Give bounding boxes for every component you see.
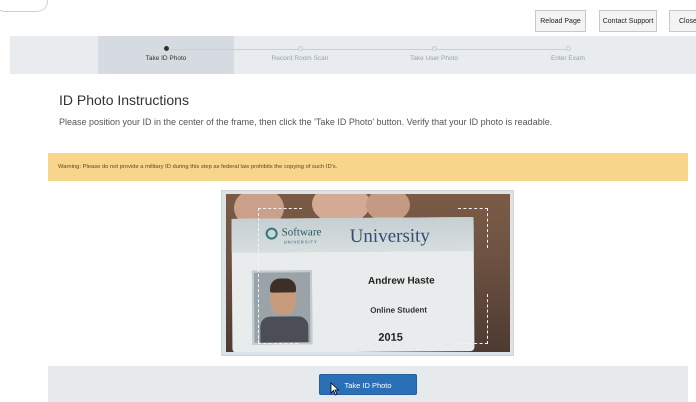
step-label: Enter Exam xyxy=(551,55,585,62)
card-university: University xyxy=(349,225,430,248)
close-button[interactable]: Close xyxy=(669,10,696,32)
card-name: Andrew Haste xyxy=(367,275,435,287)
step-dot-icon xyxy=(297,46,303,51)
top-bar: Reload Page Contact Support Close xyxy=(0,0,696,36)
action-bar: Take ID Photo xyxy=(48,366,688,402)
frame-guide xyxy=(458,208,488,248)
step-record-room-scan: Record Room Scan xyxy=(230,36,370,74)
step-dot-icon xyxy=(431,46,437,51)
frame-guide xyxy=(458,294,488,344)
mouse-cursor-icon xyxy=(330,382,340,396)
step-label: Take ID Photo xyxy=(145,55,187,62)
step-dot-icon xyxy=(565,46,571,51)
step-label: Take User Photo xyxy=(409,55,459,62)
step-take-id-photo: Take ID Photo xyxy=(96,36,236,74)
frame-guide xyxy=(258,304,298,344)
progress-stepper: Take ID Photo Record Room Scan Take User… xyxy=(10,36,696,74)
step-dot-icon xyxy=(163,46,169,51)
card-year: 2015 xyxy=(378,331,403,344)
webcam-feed: Software UNIVERSITY University Andrew Ha… xyxy=(226,194,510,352)
reload-page-button[interactable]: Reload Page xyxy=(535,10,586,32)
page-title: ID Photo Instructions xyxy=(59,92,189,108)
contact-support-button[interactable]: Contact Support xyxy=(599,10,657,32)
instructions-text: Please position your ID in the center of… xyxy=(59,117,553,127)
step-label: Record Room Scan xyxy=(271,55,329,62)
card-role: Online Student xyxy=(370,305,428,315)
military-id-warning: Warning: Please do not provide a militar… xyxy=(48,153,688,181)
corner-tab[interactable] xyxy=(0,0,48,12)
step-enter-exam: Enter Exam xyxy=(498,36,638,74)
step-take-user-photo: Take User Photo xyxy=(364,36,504,74)
camera-preview: Software UNIVERSITY University Andrew Ha… xyxy=(221,190,514,356)
